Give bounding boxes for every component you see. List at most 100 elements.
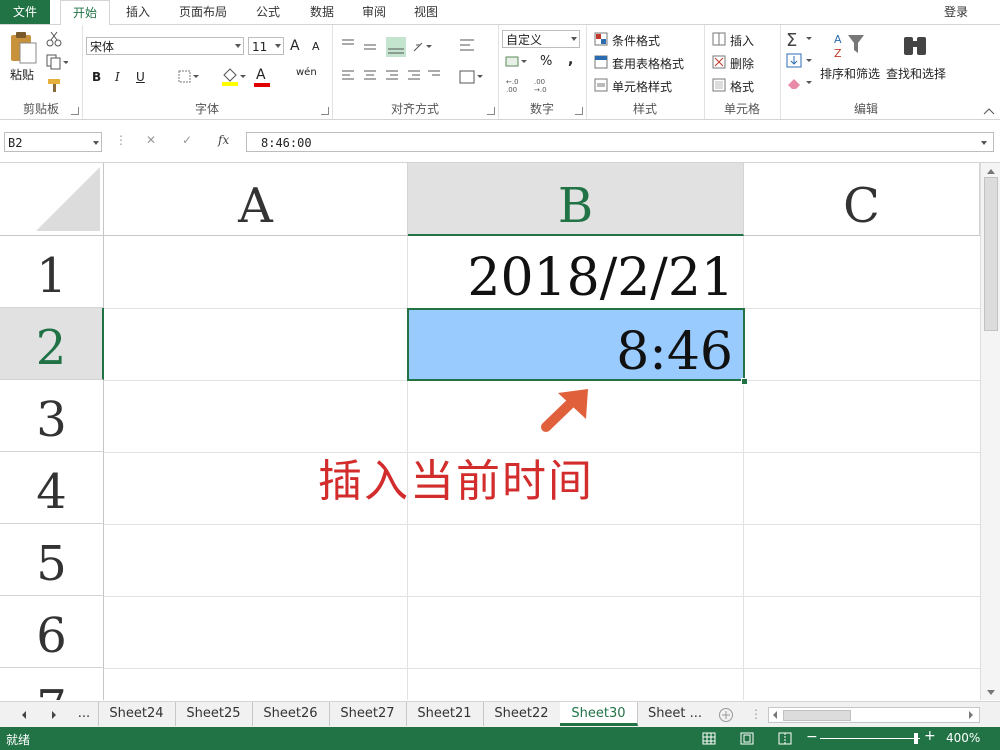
insert-cells-button[interactable]: 插入 bbox=[730, 32, 754, 49]
row-header-3[interactable]: 3 bbox=[0, 380, 104, 452]
zoom-slider-thumb[interactable] bbox=[914, 733, 918, 744]
tab-file[interactable]: 文件 bbox=[0, 0, 50, 24]
add-sheet-icon[interactable] bbox=[718, 707, 734, 723]
sheet-tab[interactable]: Sheet ... bbox=[637, 702, 713, 726]
scroll-down-icon[interactable] bbox=[986, 689, 996, 697]
copy-icon[interactable] bbox=[46, 54, 68, 70]
cell-b2-selected[interactable]: 8:46 bbox=[407, 308, 745, 382]
sheet-tab-active[interactable]: Sheet30 bbox=[560, 702, 638, 726]
fill-icon[interactable] bbox=[786, 53, 816, 69]
page-break-view-icon[interactable] bbox=[778, 732, 792, 745]
sort-filter-button[interactable]: 排序和筛选 bbox=[820, 65, 880, 82]
conditional-format-icon[interactable] bbox=[594, 32, 608, 46]
sheet-tab[interactable]: Sheet24 bbox=[98, 702, 176, 726]
column-header-b[interactable]: B bbox=[408, 163, 744, 236]
sort-filter-icon[interactable]: AZ bbox=[832, 31, 866, 61]
vertical-align-icons[interactable] bbox=[340, 37, 440, 57]
cell-styles-button[interactable]: 单元格样式 bbox=[612, 78, 672, 95]
merge-center-icon[interactable] bbox=[458, 69, 484, 85]
paste-button[interactable]: 粘贴 bbox=[10, 66, 34, 83]
zoom-in-icon[interactable]: + bbox=[924, 728, 936, 744]
insert-function-button[interactable]: fx bbox=[218, 133, 229, 147]
horizontal-scrollbar[interactable] bbox=[768, 707, 980, 723]
sheet-tab[interactable]: Sheet25 bbox=[175, 702, 253, 726]
scroll-right-icon[interactable] bbox=[967, 710, 975, 720]
sheet-prev-icon[interactable] bbox=[20, 710, 28, 720]
sheet-more-button[interactable]: ... bbox=[70, 702, 99, 726]
italic-button[interactable]: I bbox=[115, 70, 120, 84]
fill-handle[interactable] bbox=[741, 378, 748, 385]
row-header-1[interactable]: 1 bbox=[0, 236, 104, 308]
vertical-scrollbar[interactable] bbox=[980, 163, 1000, 700]
row-header-2[interactable]: 2 bbox=[0, 308, 104, 380]
clear-icon[interactable] bbox=[786, 75, 816, 91]
phonetic-button[interactable]: wén bbox=[296, 67, 317, 78]
name-box[interactable]: B2 bbox=[4, 132, 102, 152]
row-header-7[interactable]: 7 bbox=[0, 668, 104, 700]
scroll-thumb[interactable] bbox=[984, 177, 998, 331]
format-as-table-button[interactable]: 套用表格格式 bbox=[612, 55, 684, 72]
delete-cells-icon[interactable] bbox=[712, 55, 726, 69]
sheet-tab[interactable]: Sheet27 bbox=[329, 702, 407, 726]
tab-page-layout[interactable]: 页面布局 bbox=[170, 0, 236, 24]
sheet-tab[interactable]: Sheet26 bbox=[252, 702, 330, 726]
font-size-select[interactable]: 11 bbox=[248, 37, 284, 55]
column-header-a[interactable]: A bbox=[104, 163, 408, 236]
tab-review[interactable]: 审阅 bbox=[350, 0, 398, 24]
number-format-select[interactable]: 自定义 bbox=[502, 30, 580, 48]
row-header-5[interactable]: 5 bbox=[0, 524, 104, 596]
cancel-icon[interactable]: ✕ bbox=[146, 133, 156, 147]
comma-button[interactable]: , bbox=[568, 52, 573, 68]
formula-input[interactable]: 8:46:00 bbox=[246, 132, 994, 152]
format-cells-button[interactable]: 格式 bbox=[730, 78, 754, 95]
clipboard-launcher[interactable] bbox=[71, 107, 79, 115]
find-select-icon[interactable] bbox=[900, 31, 930, 61]
splitter-icon[interactable]: ⋮ bbox=[750, 707, 762, 721]
format-as-table-icon[interactable] bbox=[594, 55, 608, 69]
format-painter-icon[interactable] bbox=[46, 77, 64, 93]
fill-color-icon[interactable] bbox=[220, 67, 246, 87]
font-launcher[interactable] bbox=[321, 107, 329, 115]
decimal-icons[interactable]: ←.0.00.00→.0 bbox=[506, 77, 566, 93]
shrink-font-button[interactable]: A bbox=[312, 40, 320, 53]
collapse-ribbon-icon[interactable] bbox=[983, 107, 995, 115]
alignment-launcher[interactable] bbox=[487, 107, 495, 115]
find-select-button[interactable]: 查找和选择 bbox=[886, 65, 946, 82]
zoom-slider[interactable] bbox=[820, 738, 920, 739]
underline-button[interactable]: U bbox=[136, 70, 145, 84]
row-header-6[interactable]: 6 bbox=[0, 596, 104, 668]
number-launcher[interactable] bbox=[575, 107, 583, 115]
zoom-out-icon[interactable]: − bbox=[806, 729, 818, 745]
zoom-level[interactable]: 400% bbox=[946, 731, 980, 745]
page-layout-view-icon[interactable] bbox=[740, 732, 754, 745]
tab-insert[interactable]: 插入 bbox=[114, 0, 162, 24]
grow-font-button[interactable]: A bbox=[290, 38, 300, 54]
tab-formulas[interactable]: 公式 bbox=[244, 0, 292, 24]
select-all-corner[interactable] bbox=[0, 163, 104, 236]
cut-icon[interactable] bbox=[46, 31, 62, 47]
font-name-select[interactable]: 宋体 bbox=[86, 37, 244, 55]
scroll-left-icon[interactable] bbox=[771, 710, 779, 720]
delete-cells-button[interactable]: 删除 bbox=[730, 55, 754, 72]
login-link[interactable]: 登录 bbox=[944, 0, 968, 24]
bold-button[interactable]: B bbox=[92, 70, 101, 84]
enter-icon[interactable]: ✓ bbox=[182, 133, 192, 147]
currency-icon[interactable] bbox=[504, 55, 530, 69]
scroll-up-icon[interactable] bbox=[986, 167, 996, 175]
conditional-format-button[interactable]: 条件格式 bbox=[612, 32, 660, 49]
border-icon[interactable] bbox=[178, 70, 200, 84]
autosum-icon[interactable]: Σ bbox=[786, 29, 816, 49]
sheet-tab[interactable]: Sheet21 bbox=[406, 702, 484, 726]
percent-button[interactable]: % bbox=[540, 54, 552, 69]
horizontal-align-icons[interactable] bbox=[340, 69, 440, 85]
column-header-c[interactable]: C bbox=[744, 163, 980, 236]
cell-styles-icon[interactable] bbox=[594, 78, 608, 92]
format-cells-icon[interactable] bbox=[712, 78, 726, 92]
wrap-text-icon[interactable] bbox=[458, 37, 480, 55]
row-header-4[interactable]: 4 bbox=[0, 452, 104, 524]
tab-home[interactable]: 开始 bbox=[60, 0, 110, 26]
normal-view-icon[interactable] bbox=[702, 732, 716, 745]
tab-view[interactable]: 视图 bbox=[402, 0, 450, 24]
sheet-next-icon[interactable] bbox=[50, 710, 58, 720]
font-color-button[interactable]: A bbox=[256, 67, 266, 83]
